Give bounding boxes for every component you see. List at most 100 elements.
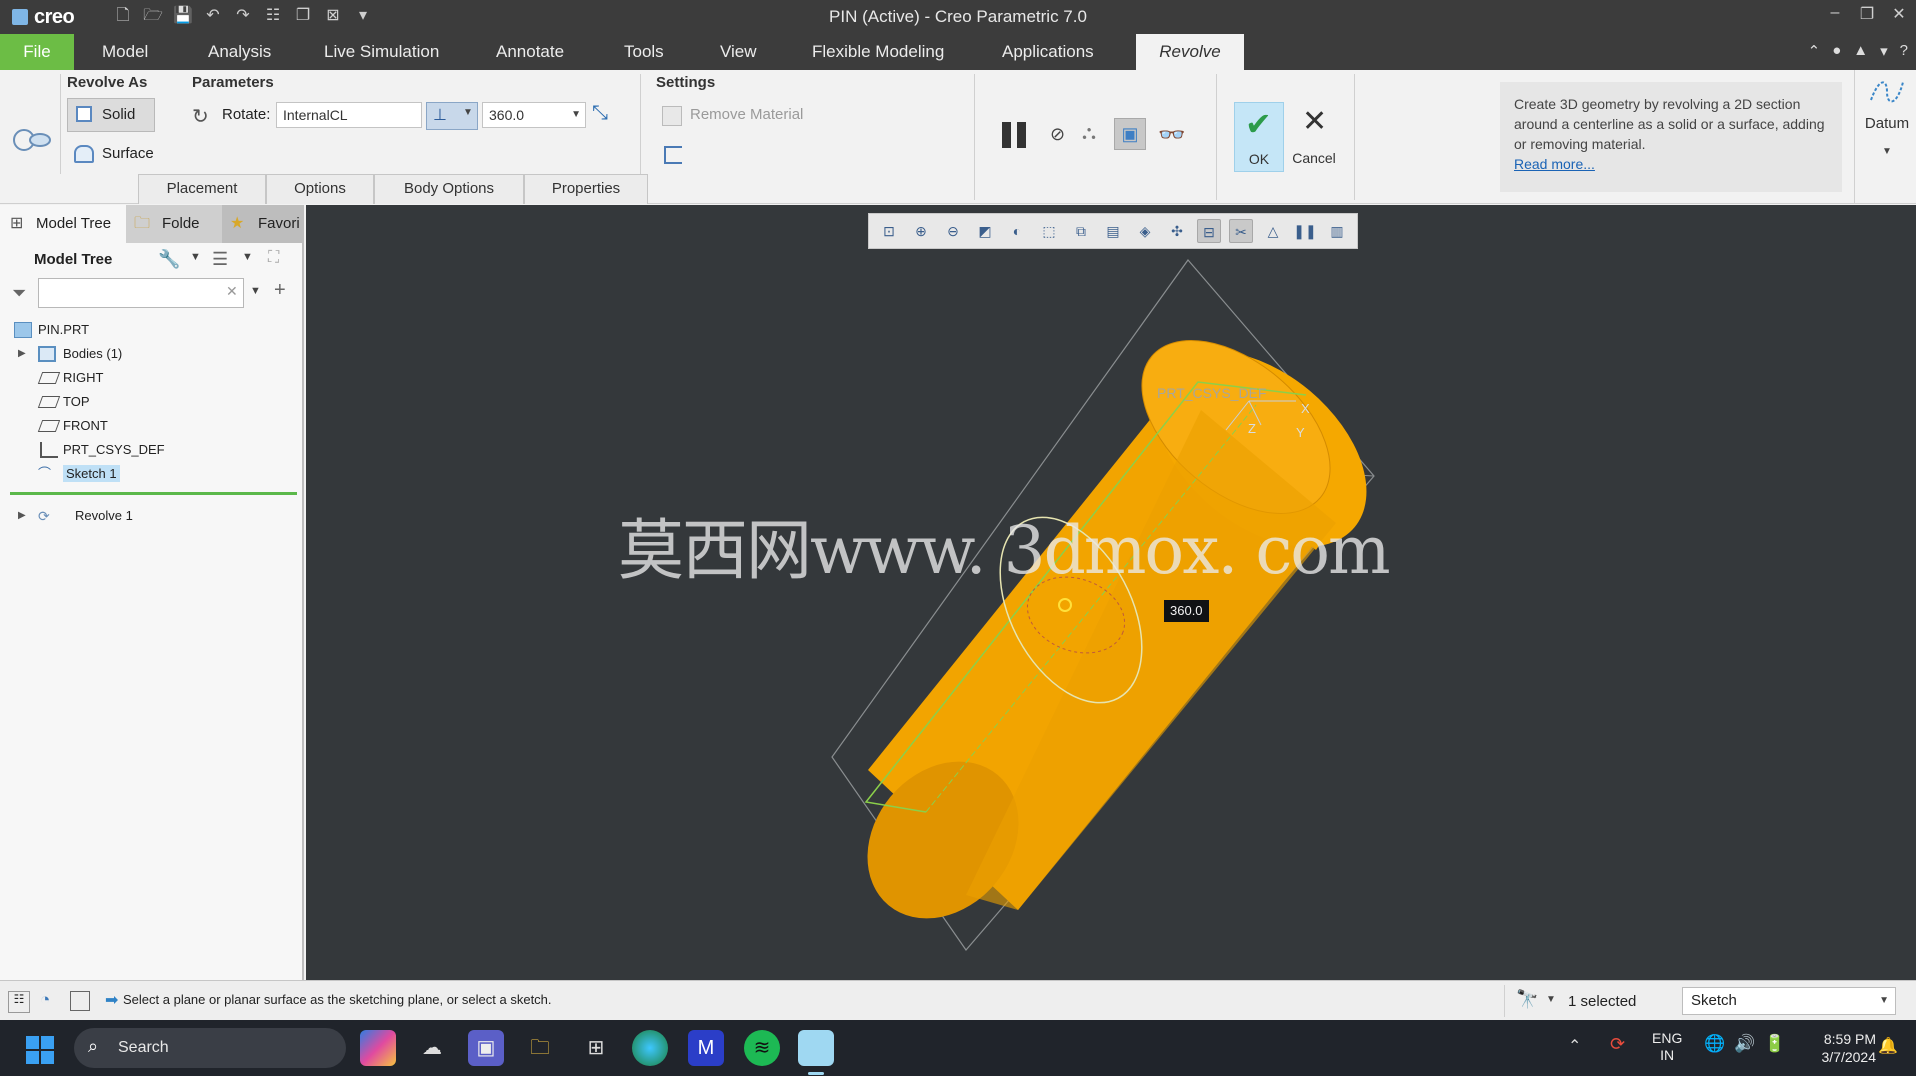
appearance-icon[interactable]: △ — [1261, 219, 1285, 243]
pause-icon[interactable] — [1000, 122, 1030, 150]
menu-file[interactable]: File — [0, 34, 74, 70]
tab-body-options[interactable]: Body Options — [374, 174, 524, 204]
tab-placement[interactable]: Placement — [138, 174, 266, 204]
notification-icon[interactable]: ● — [1832, 42, 1841, 60]
language-indicator[interactable]: ENG IN — [1652, 1030, 1682, 1064]
repaint-icon[interactable]: ◩ — [973, 219, 997, 243]
help-icon[interactable]: ? — [1900, 42, 1908, 60]
datum-display-icon[interactable]: ✣ — [1165, 219, 1189, 243]
tree-item-top[interactable]: TOP — [0, 391, 90, 413]
copilot-icon[interactable] — [360, 1030, 396, 1066]
next-icon[interactable]: ▥ — [1325, 219, 1349, 243]
tab-properties[interactable]: Properties — [524, 174, 648, 204]
expand-icon[interactable]: ▶ — [18, 343, 26, 365]
tree-item-sketch-1[interactable]: ⌒ Sketch 1 — [0, 463, 120, 485]
close-icon[interactable]: ✕ — [1890, 4, 1908, 24]
tree-item-revolve-1[interactable]: ▶ ⟳ Revolve 1 — [0, 505, 133, 527]
solid-button[interactable]: Solid — [67, 98, 155, 132]
chevron-down-icon[interactable]: ▼ — [242, 251, 253, 263]
tab-revolve[interactable]: Revolve — [1136, 34, 1244, 70]
display-style-icon[interactable]: ◐ — [1005, 219, 1029, 243]
attached-preview-icon[interactable]: ▣ — [1114, 118, 1146, 150]
learning-icon[interactable]: ▲ — [1853, 42, 1868, 60]
angle-input[interactable]: 360.0 ▼ — [482, 102, 586, 128]
clear-search-icon[interactable]: ✕ — [226, 283, 238, 300]
edge-icon[interactable] — [632, 1030, 668, 1066]
angle-dimension-tag[interactable]: 360.0 — [1164, 600, 1209, 622]
tab-folder-browser[interactable]: 🗀 Folde — [126, 205, 222, 243]
tab-favorites[interactable]: ★ Favori — [222, 205, 302, 243]
weather-icon[interactable]: ☁ — [414, 1030, 450, 1066]
chevron-down-icon[interactable]: ▼ — [1546, 994, 1556, 1005]
flip-direction-icon[interactable]: ⤡ — [592, 102, 608, 125]
menu-model[interactable]: Model — [88, 34, 162, 70]
minimize-icon[interactable]: – — [1826, 4, 1844, 24]
show-icon[interactable]: ☰ — [212, 249, 228, 270]
menu-flexible-modeling[interactable]: Flexible Modeling — [798, 34, 958, 70]
taskbar-search-box[interactable]: ⌕ Search — [74, 1028, 346, 1068]
menu-annotate[interactable]: Annotate — [482, 34, 578, 70]
spotify-icon[interactable]: ≋ — [744, 1030, 780, 1066]
section-icon[interactable]: ◈ — [1133, 219, 1157, 243]
add-filter-icon[interactable]: + — [274, 279, 286, 302]
tab-model-tree[interactable]: ⊞ Model Tree — [0, 205, 126, 243]
zoom-out-icon[interactable]: ⊖ — [941, 219, 965, 243]
filter-icon[interactable]: ⏷ — [12, 283, 26, 304]
pause-animation-icon[interactable]: ❚❚ — [1293, 219, 1317, 243]
tree-item-csys[interactable]: PRT_CSYS_DEF — [0, 439, 165, 461]
sync-icon[interactable]: ⟳ — [1610, 1034, 1625, 1055]
notification-bell-icon[interactable]: 🔔 — [1878, 1036, 1898, 1056]
annotation-display-icon[interactable]: ⊟ — [1197, 219, 1221, 243]
store-icon[interactable]: ⊞ — [578, 1030, 614, 1066]
find-icon[interactable]: 🔭 — [1516, 989, 1538, 1010]
mathcad-icon[interactable]: M — [688, 1030, 724, 1066]
chevron-up-icon[interactable]: ⌃ — [1568, 1036, 1581, 1056]
thicken-icon[interactable] — [664, 146, 682, 164]
datum-menu[interactable]: Datum ▼ — [1862, 74, 1912, 194]
angle-type-dropdown[interactable]: ⊥ ▼ — [426, 102, 478, 130]
tree-search-input[interactable] — [38, 278, 244, 308]
navigator-toggle-icon[interactable]: ☷ — [8, 991, 30, 1013]
creo-taskbar-icon[interactable] — [798, 1030, 834, 1066]
tree-settings-icon[interactable]: 🔧 — [158, 249, 180, 270]
ok-button[interactable]: ✔ OK — [1234, 102, 1284, 172]
tab-options[interactable]: Options — [266, 174, 374, 204]
restore-icon[interactable]: ❐ — [1858, 4, 1876, 24]
chevron-down-icon[interactable]: ▼ — [250, 285, 261, 297]
mesh-preview-icon[interactable]: ⛬ — [1082, 122, 1096, 145]
expand-icon[interactable]: ▶ — [18, 505, 26, 527]
axis-collector[interactable]: InternalCL — [276, 102, 422, 128]
tree-item-front[interactable]: FRONT — [0, 415, 108, 437]
verify-preview-icon[interactable]: 👓 — [1158, 122, 1185, 148]
spin-center-icon[interactable]: ✂ — [1229, 219, 1253, 243]
remove-material-button[interactable]: Remove Material — [662, 106, 803, 126]
graphics-viewport[interactable]: PRT_CSYS_DEF X Y Z 360.0 莫西网www. 3dmox. … — [306, 205, 1916, 980]
read-more-link[interactable]: Read more... — [1514, 156, 1595, 172]
file-explorer-icon[interactable]: 🗀 — [522, 1030, 558, 1066]
tree-item-pin-prt[interactable]: PIN.PRT — [0, 319, 89, 341]
selection-filter-dropdown[interactable]: Sketch ▼ — [1682, 987, 1896, 1015]
chevron-down-icon[interactable]: ▼ — [190, 251, 201, 263]
tree-item-right[interactable]: RIGHT — [0, 367, 103, 389]
menu-tools[interactable]: Tools — [610, 34, 678, 70]
tree-item-bodies[interactable]: ▶ Bodies (1) — [0, 343, 122, 365]
menu-analysis[interactable]: Analysis — [194, 34, 285, 70]
menu-live-simulation[interactable]: Live Simulation — [310, 34, 453, 70]
cancel-button[interactable]: ✕ Cancel — [1288, 102, 1340, 172]
more-icon[interactable]: ▾ — [1880, 42, 1888, 60]
fullscreen-icon[interactable] — [70, 991, 90, 1011]
battery-icon[interactable]: 🔋 — [1764, 1034, 1785, 1054]
network-icon[interactable]: 🌐 — [1704, 1034, 1725, 1054]
teams-icon[interactable]: ▣ — [468, 1030, 504, 1066]
view-manager-icon[interactable]: ⧉ — [1069, 219, 1093, 243]
no-preview-icon[interactable]: ⊘ — [1050, 124, 1065, 145]
collapse-ribbon-icon[interactable]: ⌃ — [1808, 42, 1821, 60]
refit-icon[interactable]: ⊡ — [877, 219, 901, 243]
browser-toggle-icon[interactable]: ◔ — [40, 990, 50, 1010]
menu-view[interactable]: View — [706, 34, 771, 70]
insert-indicator[interactable] — [10, 492, 297, 495]
surface-button[interactable]: Surface — [74, 145, 154, 163]
perspective-icon[interactable]: ▤ — [1101, 219, 1125, 243]
columns-icon[interactable]: ⛶ — [268, 249, 279, 267]
volume-icon[interactable]: 🔊 — [1734, 1034, 1755, 1054]
